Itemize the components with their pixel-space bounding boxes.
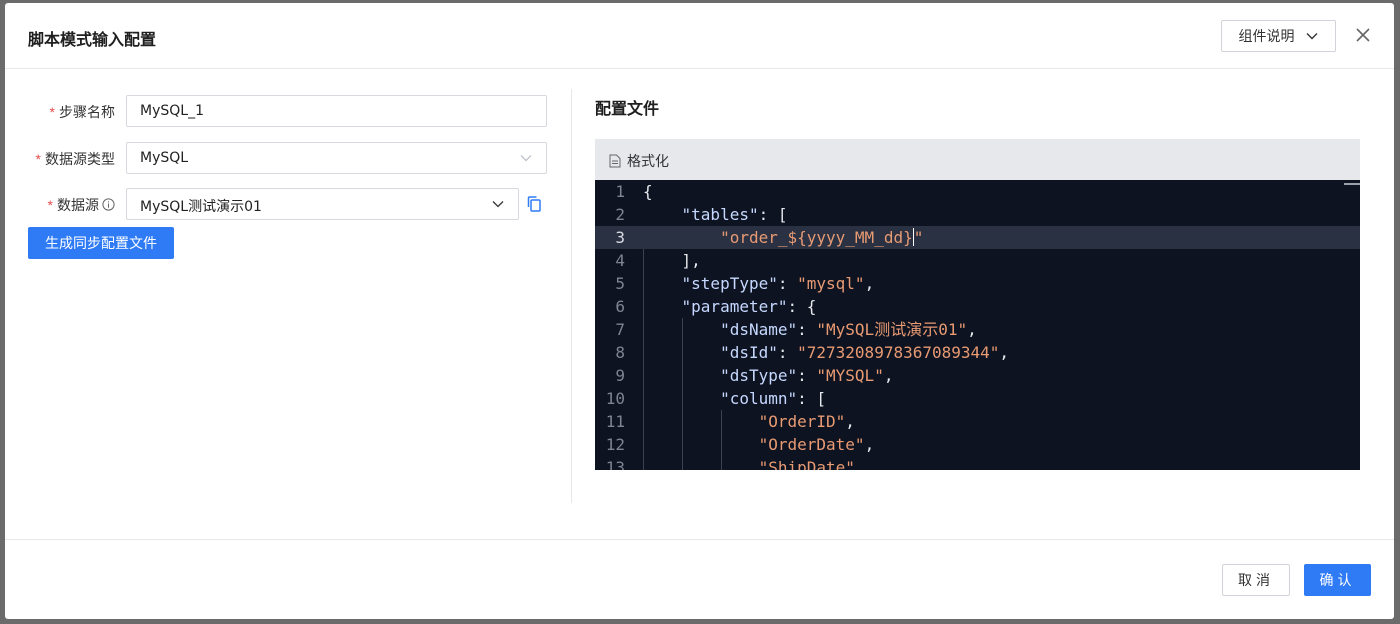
code-editor[interactable]: 1{2 "tables": [3 "order_${yyyy_MM_dd}" 4 … — [595, 180, 1360, 470]
line-number: 6 — [615, 297, 625, 316]
format-button[interactable]: 格式化 — [609, 151, 669, 171]
ds-select[interactable]: MySQL测试演示01 — [126, 188, 519, 220]
form-panel: * 步骤名称 MySQL_1 * 数据源类型 MySQL * 数据源 MySQL测试演… — [5, 69, 571, 503]
line-number: 4 — [615, 251, 625, 270]
line-number: 12 — [605, 435, 625, 454]
close-icon[interactable] — [1353, 25, 1373, 45]
component-help-label: 组件说明 — [1238, 28, 1295, 44]
line-number: 5 — [615, 274, 625, 293]
line-number: 13 — [605, 458, 625, 470]
line-number: 2 — [615, 205, 625, 224]
code-text: "parameter": { — [681, 297, 817, 316]
code-line[interactable]: 3 "order_${yyyy_MM_dd}" — [595, 226, 1360, 249]
ds-value: MySQL测试演示01 — [140, 199, 262, 215]
code-text: "column": [ — [720, 389, 827, 408]
footer-divider — [5, 539, 1394, 540]
line-number: 10 — [605, 389, 625, 408]
code-text: ], — [643, 251, 701, 270]
form-row-ds: * 数据源 MySQL测试演示01 — [5, 188, 571, 220]
code-text: "stepType": "mysql", — [681, 274, 875, 293]
ds-type-value: MySQL — [140, 150, 189, 166]
chevron-down-icon — [520, 155, 532, 162]
code-line[interactable]: 6 "parameter": { — [595, 295, 1360, 318]
code-text: "OrderID", — [758, 412, 855, 431]
editor-toolbar: 格式化 — [595, 139, 1360, 180]
file-icon — [609, 154, 621, 168]
code-text: "dsType": "MYSQL", — [720, 366, 894, 385]
line-number: 11 — [605, 412, 625, 431]
code-line[interactable]: 9 "dsType": "MYSQL", — [595, 364, 1360, 387]
step-name-label: * 步骤名称 — [49, 104, 115, 121]
script-input-config-dialog: 脚本模式输入配置 组件说明 * 步骤名称 MySQL_1 * 数据源类型 MySQL… — [5, 3, 1394, 619]
code-text: "order_${yyyy_MM_dd}" — [720, 228, 924, 247]
line-number: 8 — [615, 343, 625, 362]
required-mark: * — [47, 197, 53, 213]
info-circle-icon[interactable] — [102, 198, 115, 211]
line-number: 7 — [615, 320, 625, 339]
chevron-down-icon — [492, 201, 504, 208]
generate-config-button[interactable]: 生成同步配置文件 — [28, 227, 174, 259]
code-text: { — [643, 182, 653, 201]
dialog-header: 脚本模式输入配置 组件说明 — [5, 3, 1394, 69]
required-mark: * — [49, 104, 55, 120]
code-line[interactable]: 8 "dsId": "7273208978367089344", — [595, 341, 1360, 364]
code-line[interactable]: 4 ], — [595, 249, 1360, 272]
ds-type-label: * 数据源类型 — [35, 151, 115, 168]
code-text: "dsName": "MySQL测试演示01", — [720, 320, 977, 339]
code-line[interactable]: 2 "tables": [ — [595, 203, 1360, 226]
form-row-step-name: * 步骤名称 MySQL_1 — [5, 95, 571, 127]
component-help-button[interactable]: 组件说明 — [1221, 20, 1336, 52]
code-line[interactable]: 5 "stepType": "mysql", — [595, 272, 1360, 295]
code-text: "tables": [ — [681, 205, 788, 224]
required-mark: * — [35, 151, 41, 167]
form-row-ds-type: * 数据源类型 MySQL — [5, 142, 571, 174]
line-number: 1 — [615, 182, 625, 201]
panel-divider — [571, 89, 572, 503]
ds-type-select[interactable]: MySQL — [126, 142, 547, 174]
ds-label: * 数据源 — [48, 195, 115, 215]
code-line[interactable]: 11 "OrderID", — [595, 410, 1360, 433]
format-label: 格式化 — [627, 154, 669, 170]
code-line[interactable]: 12 "OrderDate", — [595, 433, 1360, 456]
line-number: 9 — [615, 366, 625, 385]
code-text: "OrderDate", — [758, 435, 875, 454]
confirm-button[interactable]: 确认 — [1304, 564, 1371, 596]
step-name-input[interactable]: MySQL_1 — [126, 95, 547, 127]
cancel-button[interactable]: 取消 — [1222, 564, 1290, 596]
copy-icon[interactable] — [527, 196, 541, 212]
code-line[interactable]: 10 "column": [ — [595, 387, 1360, 410]
code-text: "ShipDate", — [758, 458, 865, 470]
code-line[interactable]: 13 "ShipDate", — [595, 456, 1360, 470]
line-number: 3 — [615, 228, 625, 247]
config-file-title: 配置文件 — [595, 99, 660, 118]
code-text: "dsId": "7273208978367089344", — [720, 343, 1010, 362]
dialog-title: 脚本模式输入配置 — [28, 30, 157, 49]
code-line[interactable]: 1{ — [595, 180, 1360, 203]
code-line[interactable]: 7 "dsName": "MySQL测试演示01", — [595, 318, 1360, 341]
chevron-down-icon — [1306, 33, 1317, 40]
